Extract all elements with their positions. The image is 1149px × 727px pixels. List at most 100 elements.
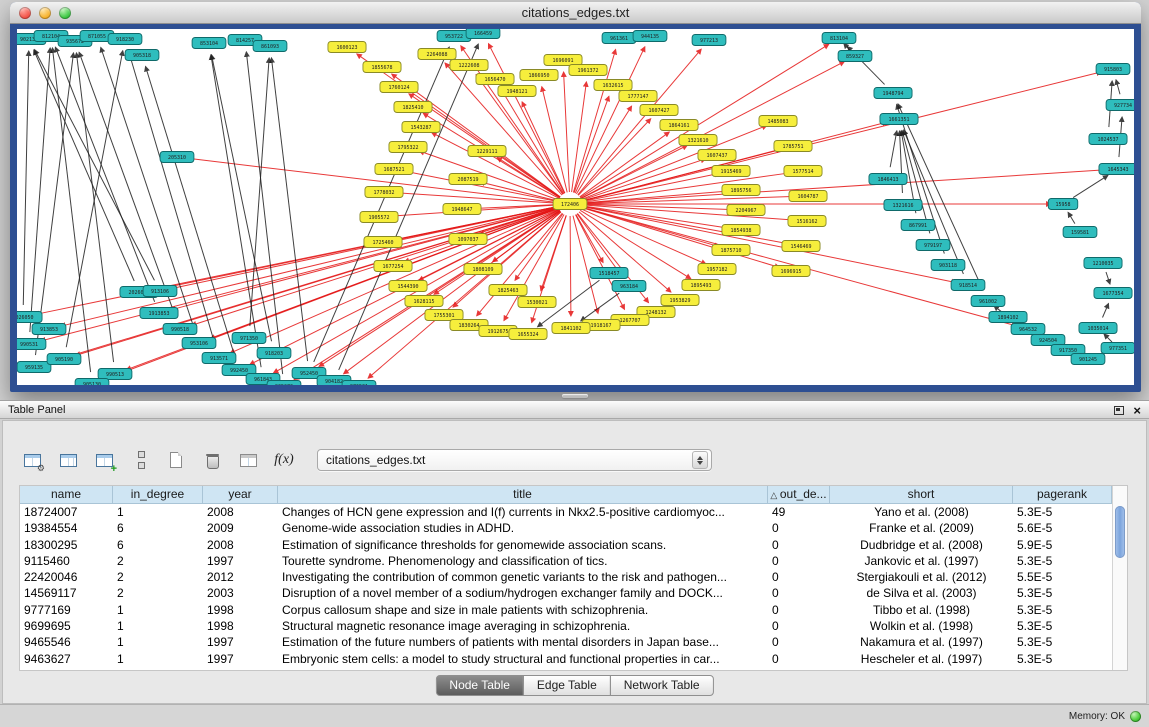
network-canvas[interactable]: 1724061855678176012418254101543287179532… [17,29,1134,385]
graph-node[interactable]: 159581 [1063,227,1097,238]
graph-node[interactable]: 1808109 [464,264,502,275]
graph-node[interactable]: 813104 [822,33,856,44]
column-header-1[interactable]: in_degree [113,486,203,504]
graph-edge[interactable] [578,119,650,196]
table-selector[interactable]: citations_edges.txt [317,449,712,471]
graph-edge[interactable] [1073,175,1108,197]
graph-node[interactable]: 1229111 [468,146,506,157]
graph-node[interactable]: 1961372 [569,65,607,76]
graph-node[interactable]: 1604787 [789,191,827,202]
graph-node[interactable]: 859327 [838,51,872,62]
graph-node[interactable]: 1957182 [698,264,736,275]
graph-node[interactable]: 1544390 [389,281,427,292]
graph-node[interactable]: 1795322 [389,142,427,153]
graph-node[interactable]: 1948794 [874,88,912,99]
graph-node[interactable]: 977351 [1101,343,1134,354]
graph-node[interactable]: 944135 [633,31,667,42]
graph-edge[interactable] [30,48,50,332]
delete-table-icon[interactable] [197,446,227,474]
graph-node[interactable]: 964532 [1011,324,1045,335]
create-column-icon[interactable]: + [89,446,119,474]
graph-node[interactable]: 1696091 [544,55,582,66]
graph-node[interactable]: 913853 [32,324,66,335]
graph-node[interactable]: 1628115 [405,296,443,307]
column-header-0[interactable]: name [20,486,113,504]
column-header-3[interactable]: title [278,486,768,504]
graph-node[interactable]: 990518 [163,324,197,335]
graph-edge[interactable] [1068,212,1075,223]
graph-node[interactable]: 924504 [1031,335,1065,346]
graph-node[interactable]: 1894102 [989,312,1027,323]
float-panel-icon[interactable] [1114,406,1124,415]
minimize-window-button[interactable] [39,7,51,19]
graph-node[interactable]: 1607437 [698,150,736,161]
tab-network-table[interactable]: Network Table [610,675,714,696]
graph-node[interactable]: 979197 [916,240,950,251]
graph-node[interactable]: 172406 [553,199,587,210]
graph-edge[interactable] [580,132,670,197]
graph-node[interactable]: 963184 [612,281,646,292]
window-titlebar[interactable]: citations_edges.txt [10,2,1141,24]
graph-node[interactable]: 901245 [1071,354,1105,365]
modify-table-icon[interactable]: ⚙ [17,446,47,474]
new-table-icon[interactable] [161,446,191,474]
graph-node[interactable]: 1645343 [1099,164,1134,175]
graph-edge[interactable] [576,106,631,194]
graph-node[interactable]: 1778032 [365,187,403,198]
graph-edge[interactable] [35,50,155,281]
graph-node[interactable]: 1895756 [722,185,760,196]
graph-edge[interactable] [271,58,307,361]
graph-edge[interactable] [577,214,622,277]
graph-edge[interactable] [582,72,1102,201]
combo-arrows-icon[interactable] [692,451,708,469]
graph-node[interactable]: 927734 [1106,100,1134,111]
graph-edge[interactable] [396,193,558,203]
graph-node[interactable]: 2264088 [418,49,456,60]
graph-edge[interactable] [128,51,215,347]
graph-node[interactable]: 166459 [466,29,500,39]
graph-node[interactable]: 990513 [98,369,132,380]
graph-node[interactable]: 1953829 [661,295,699,306]
graph-node[interactable]: 867991 [901,220,935,231]
graph-node[interactable]: 1825410 [394,102,432,113]
show-columns-icon[interactable] [53,446,83,474]
column-header-2[interactable]: year [203,486,278,504]
graph-edge[interactable] [570,216,571,316]
graph-node[interactable]: 1543287 [402,122,440,133]
graph-node[interactable]: 913106 [143,286,177,297]
graph-node[interactable]: 918203 [257,348,291,359]
graph-edge[interactable] [1103,304,1109,318]
graph-node[interactable]: 1035014 [1079,323,1117,334]
graph-node[interactable]: 15958 [1048,199,1078,210]
graph-node[interactable]: 959135 [17,362,51,373]
table-row[interactable]: 969969511998Structural magnetic resonanc… [20,618,1112,634]
graph-node[interactable]: 1577514 [784,166,822,177]
graph-node[interactable]: 205310 [160,152,194,163]
graph-node[interactable]: 1895493 [682,280,720,291]
graph-node[interactable]: 1913853 [140,308,178,319]
column-header-6[interactable]: pagerank [1013,486,1112,504]
graph-node[interactable]: 1864161 [660,120,698,131]
graph-node[interactable]: 1755301 [425,310,463,321]
graph-node[interactable]: 915803 [1096,64,1130,75]
graph-node[interactable]: 1777147 [619,91,657,102]
graph-node[interactable]: 1948121 [498,86,536,97]
graph-node[interactable]: 1948647 [443,204,481,215]
table-row[interactable]: 1830029562008Estimation of significance … [20,537,1112,553]
graph-edge[interactable] [564,72,570,192]
graph-edge[interactable] [79,52,176,317]
graph-node[interactable]: 905318 [125,50,159,61]
graph-node[interactable]: 1024537 [1089,134,1127,145]
table-row[interactable]: 911546021997Tourette syndrome. Phenomeno… [20,553,1112,569]
graph-node[interactable]: 905190 [47,354,81,365]
graph-node[interactable]: 1825463 [489,285,527,296]
graph-node[interactable]: 1677354 [1094,288,1132,299]
graph-node[interactable]: 935272 [267,381,301,386]
graph-node[interactable]: 976531 [342,381,376,386]
graph-edge[interactable] [1116,80,1120,94]
graph-edge[interactable] [572,82,587,192]
graph-node[interactable]: 2087519 [449,174,487,185]
graph-edge[interactable] [419,151,558,200]
graph-node[interactable]: 1875710 [712,245,750,256]
graph-node[interactable]: 1855678 [363,62,401,73]
